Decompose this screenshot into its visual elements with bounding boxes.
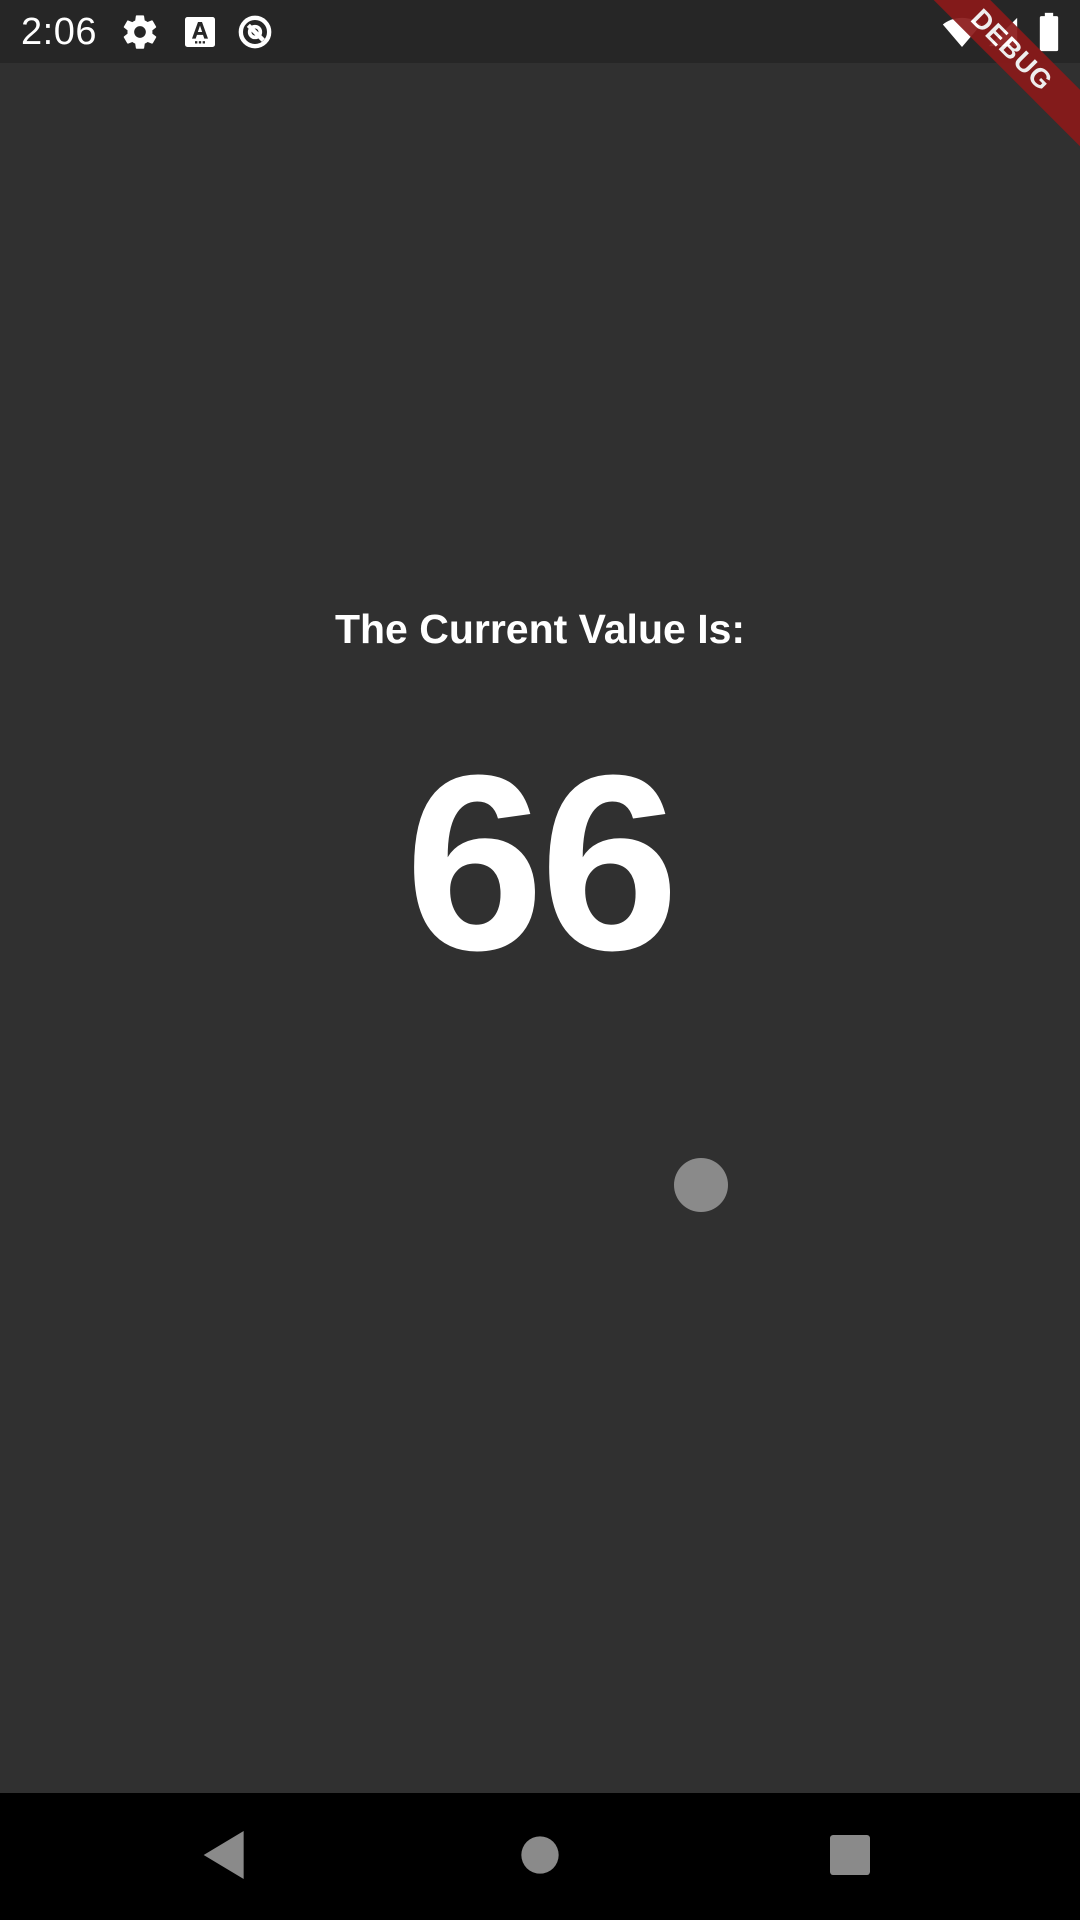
recents-icon[interactable] (818, 1823, 882, 1887)
font-icon (180, 12, 220, 52)
navigation-bar (0, 1793, 1080, 1920)
back-icon[interactable] (193, 1823, 257, 1887)
signal-icon (986, 12, 1020, 52)
sync-icon (235, 12, 275, 52)
status-bar: 2:06 (0, 0, 1080, 63)
current-value: 66 (404, 723, 679, 1002)
value-slider[interactable] (0, 1123, 1080, 1253)
slider-thumb[interactable] (674, 1158, 728, 1212)
battery-icon (1038, 12, 1060, 52)
home-icon[interactable] (508, 1823, 572, 1887)
main-content: The Current Value Is: 66 (0, 63, 1080, 1793)
status-time: 2:06 (21, 11, 97, 53)
app-screen: 2:06 DEBUG The Current Value Is: 66 (0, 0, 1080, 1920)
wifi-icon (940, 12, 984, 52)
gear-icon (120, 12, 160, 52)
current-value-label: The Current Value Is: (334, 606, 746, 652)
